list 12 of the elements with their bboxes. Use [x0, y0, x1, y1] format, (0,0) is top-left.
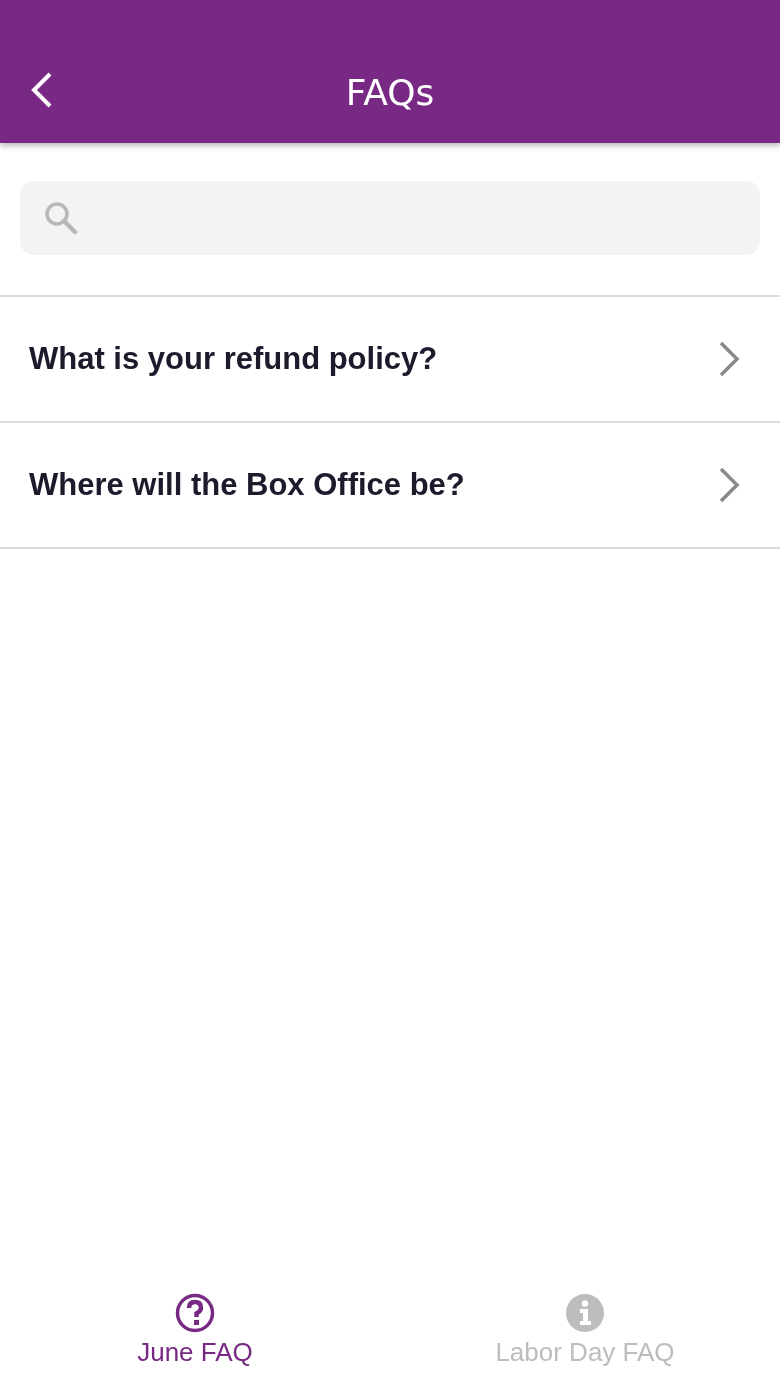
faq-question: What is your refund policy?	[29, 341, 438, 377]
chevron-icon	[718, 466, 742, 504]
faq-item[interactable]: What is your refund policy?	[0, 297, 780, 423]
header-title: FAQs	[345, 72, 435, 113]
search-icon	[44, 201, 78, 235]
search-field[interactable]	[20, 181, 760, 255]
chevron-icon	[718, 340, 742, 378]
question-icon	[175, 1293, 215, 1333]
faq-item[interactable]: Where will the Box Office be?	[0, 423, 780, 549]
faq-question: Where will the Box Office be?	[29, 467, 465, 503]
tab[interactable]: June FAQ	[0, 1287, 390, 1387]
info-icon	[565, 1293, 605, 1333]
